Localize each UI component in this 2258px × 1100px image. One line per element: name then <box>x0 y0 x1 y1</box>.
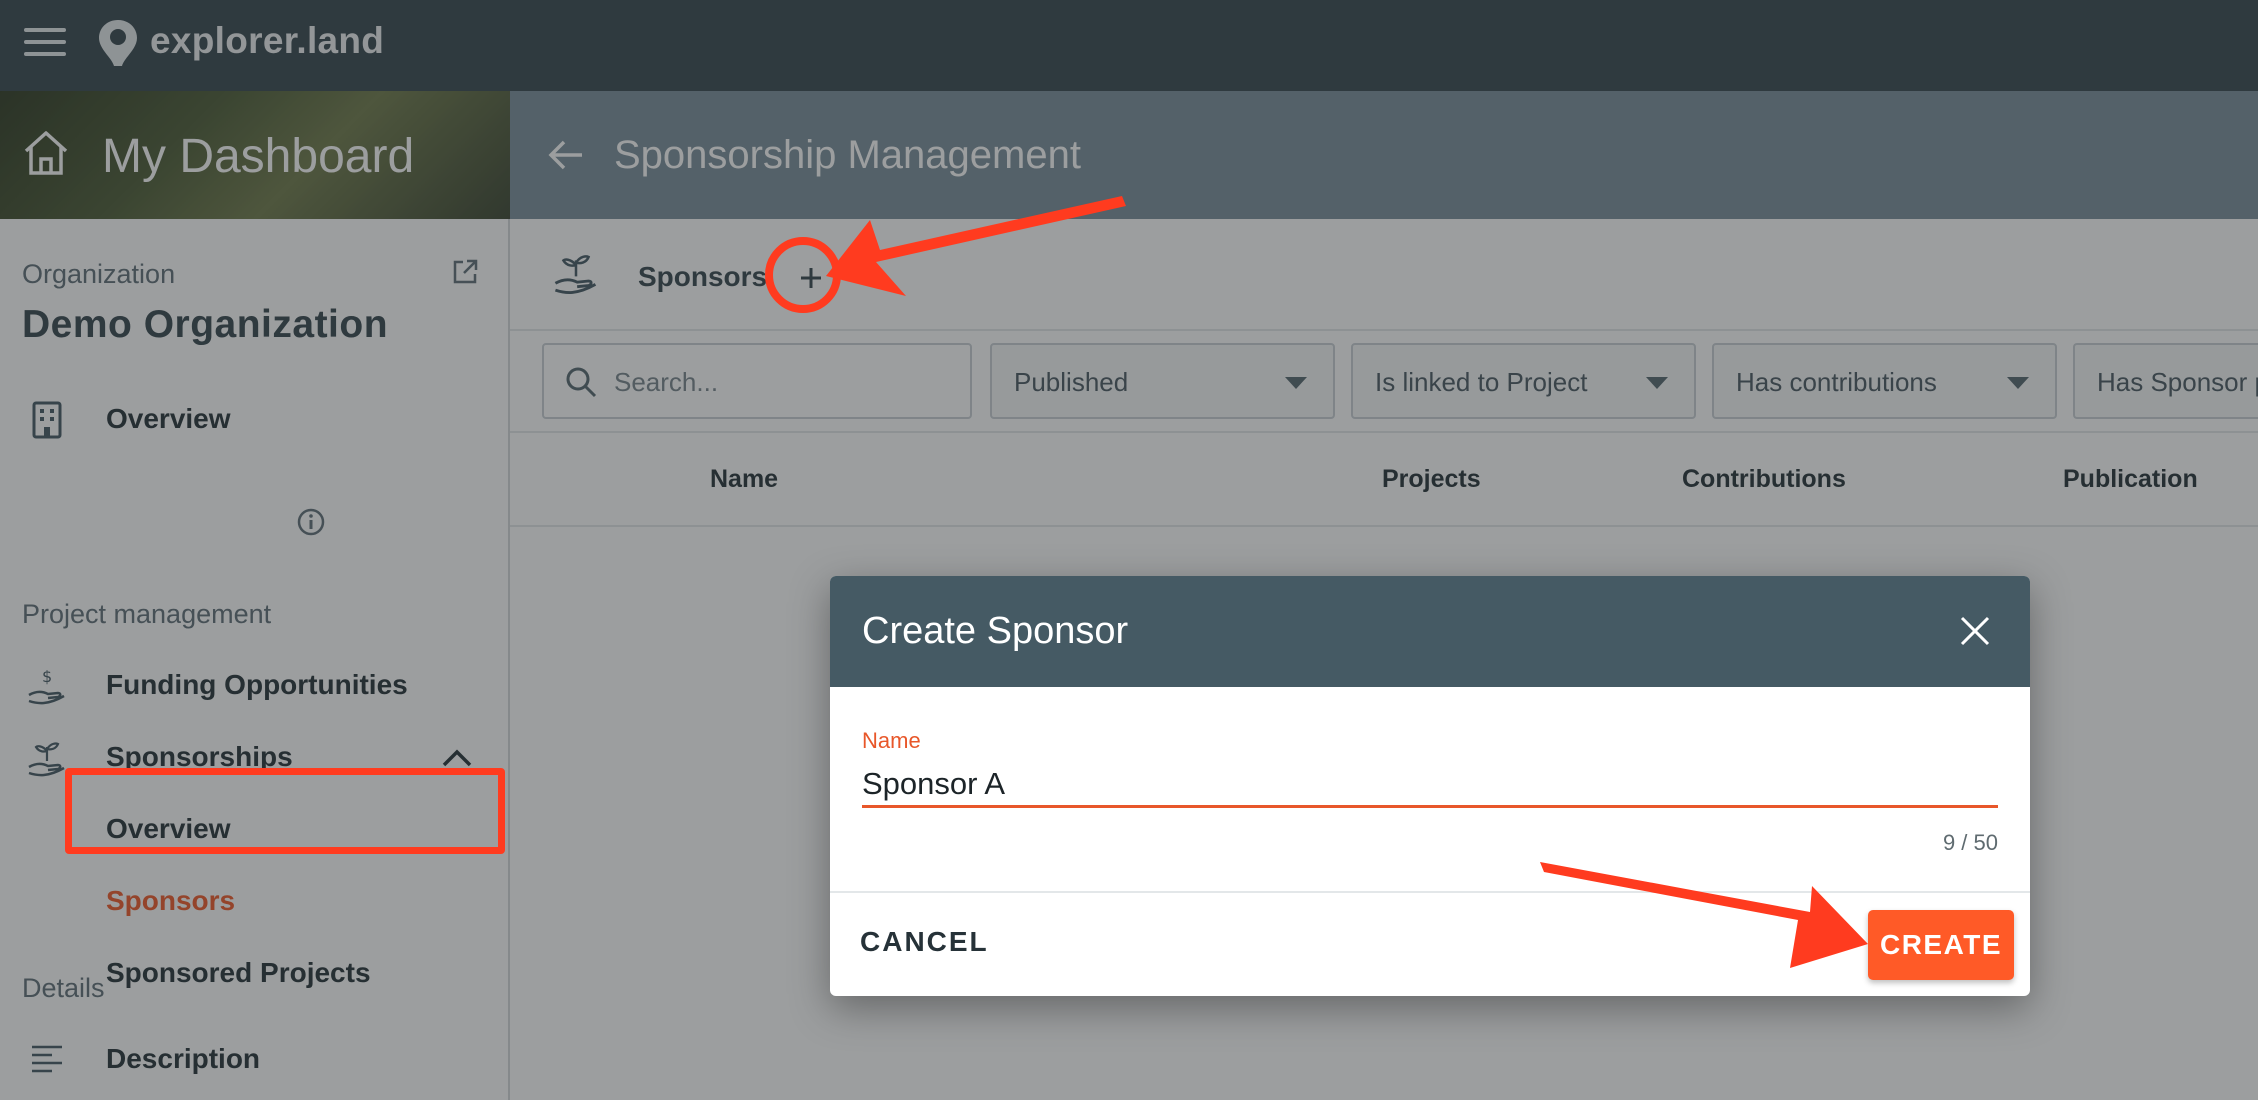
dialog-divider <box>830 891 2030 893</box>
dialog-title: Create Sponsor <box>862 610 1129 652</box>
dialog-header: Create Sponsor <box>830 576 2030 687</box>
create-button[interactable]: CREATE <box>1868 910 2014 980</box>
character-counter: 9 / 50 <box>1942 830 1998 855</box>
cancel-button[interactable]: CANCEL <box>860 926 989 958</box>
sponsor-name-input[interactable] <box>862 762 1998 808</box>
close-icon[interactable] <box>1958 614 1992 648</box>
name-field-label: Name <box>862 728 921 753</box>
create-sponsor-dialog: Create Sponsor Name 9 / 50 CANCEL CREATE <box>830 576 2030 996</box>
